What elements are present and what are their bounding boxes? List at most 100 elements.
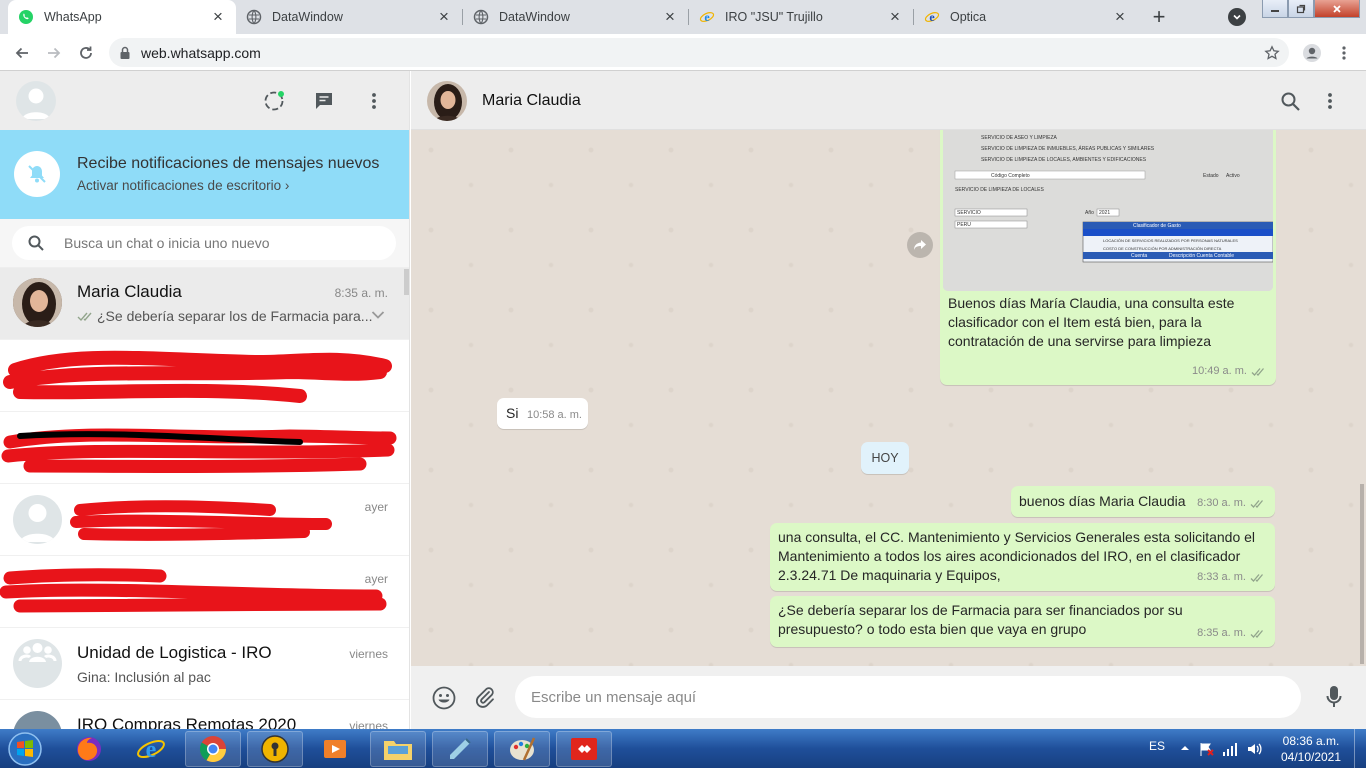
chat-list-scrollbar[interactable] [404,269,409,295]
image-text: 2021 [1099,210,1110,216]
chat-preview: Gina: Inclusión al pac [77,669,211,685]
bookmark-button[interactable] [1262,43,1282,63]
group-icon [18,643,57,662]
contact-avatar [13,495,62,544]
tab-search-button[interactable] [1228,8,1246,26]
contact-photo [13,278,62,327]
ie-icon: e [924,10,940,24]
svg-text:e: e [146,737,157,763]
start-button[interactable] [2,729,48,768]
search-input[interactable] [64,235,364,251]
emoji-button[interactable] [432,686,456,710]
message-text: buenos días Maria Claudia [1019,493,1186,509]
message-outgoing[interactable]: una consulta, el CC. Mantenimiento y Ser… [770,523,1275,591]
tab-datawindow-1[interactable]: DataWindow × [236,0,462,34]
forward-button[interactable] [44,43,64,63]
chat-list: Maria Claudia 8:35 a. m. ¿Se debería sep… [0,268,409,729]
chat-item-redacted[interactable]: ayer [0,484,409,556]
taskbar-chrome[interactable] [185,731,241,767]
minimize-icon [1271,9,1279,12]
taskbar-app-notes[interactable] [432,731,488,767]
globe-icon [473,9,489,25]
voice-message-button[interactable] [1322,685,1346,709]
paperclip-icon [476,687,494,708]
conversation-menu-button[interactable] [1318,89,1342,113]
chat-name: Maria Claudia [77,282,182,301]
kebab-menu-icon [372,93,376,109]
search-box[interactable] [12,226,396,260]
taskbar-media-player[interactable] [307,731,363,767]
message-outgoing[interactable]: buenos días Maria Claudia 8:30 a. m. [1011,486,1275,517]
message-text: Si [506,405,519,421]
tab-whatsapp[interactable]: WhatsApp × [8,0,236,34]
close-tab-icon[interactable]: × [887,7,903,26]
arrow-right-icon [48,47,61,59]
message-text: una consulta, el CC. Mantenimiento y Ser… [778,529,1256,583]
notification-banner[interactable]: Recibe notificaciones de mensajes nuevos… [0,130,409,219]
reload-icon [80,46,92,59]
image-text: SERVICIO DE ASEO Y LIMPIEZA [981,135,1058,141]
taskbar-app-yellow[interactable] [247,731,303,767]
tab-iro-trujillo[interactable]: e IRO "JSU" Trujillo × [689,0,913,34]
contact-photo [427,81,467,121]
attached-image[interactable]: SERVICIO DE ASEO Y LIMPIEZA SERVICIO DE … [943,130,1273,291]
new-chat-button[interactable] [312,89,336,113]
reload-button[interactable] [76,43,96,63]
chat-item-redacted[interactable] [0,340,409,412]
chat-item-unidad-logistica[interactable]: Unidad de Logistica - IRO viernes Gina: … [0,628,409,700]
clock[interactable]: 08:36 a.m. 04/10/2021 [1280,733,1342,765]
messages-scrollbar[interactable] [1360,484,1364,664]
close-tab-icon[interactable]: × [1112,7,1128,26]
chat-item-redacted[interactable]: ayer [0,556,409,628]
chat-item-redacted[interactable] [0,412,409,484]
sidebar-menu-button[interactable] [362,89,386,113]
new-tab-button[interactable]: + [1146,4,1172,29]
browser-toolbar: web.whatsapp.com [0,34,1366,71]
close-tab-icon[interactable]: × [210,7,226,26]
globe-icon [246,9,262,25]
profile-button[interactable] [1302,43,1322,63]
volume-icon[interactable] [1246,741,1262,757]
restore-window-button[interactable] [1288,0,1314,18]
message-time: 8:30 a. m. [1197,497,1246,509]
address-bar[interactable]: web.whatsapp.com [109,38,1289,67]
close-tab-icon[interactable]: × [662,7,678,26]
microphone-icon [1326,686,1342,707]
chat-name: IRO Compras Remotas 2020 [77,715,297,729]
chevron-down-icon[interactable] [371,310,385,320]
search-messages-button[interactable] [1278,89,1302,113]
taskbar-internet-explorer[interactable]: e [123,731,179,767]
user-avatar[interactable] [16,81,56,121]
status-button[interactable] [262,89,286,113]
show-desktop-button[interactable] [1354,729,1366,768]
language-indicator[interactable]: ES [1149,739,1165,753]
close-window-button[interactable] [1314,0,1360,18]
message-incoming[interactable]: Si 10:58 a. m. [497,398,588,429]
close-tab-icon[interactable]: × [436,7,452,26]
browser-menu-button[interactable] [1334,43,1354,63]
taskbar-file-explorer[interactable] [370,731,426,767]
forward-button[interactable] [907,232,933,258]
whatsapp-icon [19,10,33,24]
tab-datawindow-2[interactable]: DataWindow × [463,0,688,34]
chat-item-maria-claudia[interactable]: Maria Claudia 8:35 a. m. ¿Se debería sep… [0,268,409,340]
group-avatar [13,639,62,688]
action-center-flag-icon[interactable] [1198,741,1214,757]
back-button[interactable] [12,43,32,63]
taskbar-paint[interactable] [494,731,550,767]
attach-button[interactable] [473,685,497,709]
taskbar-firefox[interactable] [61,731,117,767]
taskbar-anydesk[interactable] [556,731,612,767]
enable-notifications-link[interactable]: Activar notificaciones de escritorio › [77,178,289,193]
chevron-up-icon[interactable] [1180,744,1190,752]
message-image-bubble[interactable]: SERVICIO DE ASEO Y LIMPIEZA SERVICIO DE … [940,130,1276,385]
message-input[interactable] [515,676,1301,718]
message-outgoing[interactable]: ¿Se debería separar los de Farmacia para… [770,596,1275,647]
date-divider: HOY [861,442,909,474]
chat-item-iro-compras[interactable]: IRO Compras Remotas 2020 viernes [0,700,409,729]
contact-name[interactable]: Maria Claudia [482,92,581,110]
tab-optica[interactable]: e Optica × [914,0,1138,34]
contact-avatar[interactable] [427,81,467,121]
network-signal-icon[interactable] [1222,741,1238,757]
minimize-window-button[interactable] [1262,0,1288,18]
